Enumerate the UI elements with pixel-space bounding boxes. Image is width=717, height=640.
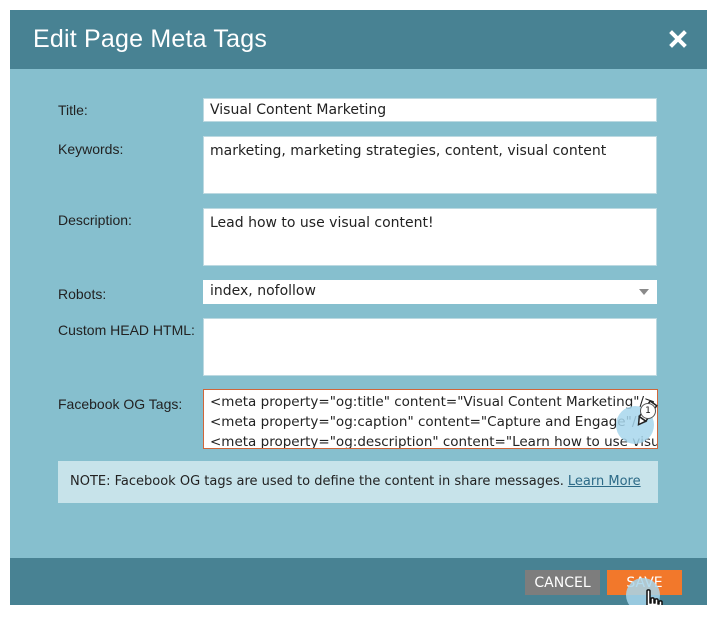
dialog-header: Edit Page Meta Tags bbox=[10, 10, 707, 69]
custom-head-html-textarea[interactable] bbox=[203, 318, 657, 376]
custom-head-html-label: Custom HEAD HTML: bbox=[58, 322, 195, 338]
note-box: NOTE: Facebook OG tags are used to defin… bbox=[58, 461, 658, 503]
robots-selected-value: index, nofollow bbox=[210, 283, 316, 299]
edit-page-meta-tags-dialog: Edit Page Meta Tags Title: Keywords: mar… bbox=[10, 10, 707, 605]
description-textarea[interactable]: Lead how to use visual content! bbox=[203, 208, 657, 266]
facebook-og-tags-textarea[interactable]: <meta property="og:title" content="Visua… bbox=[204, 390, 657, 448]
title-input[interactable] bbox=[203, 98, 657, 122]
close-icon bbox=[669, 30, 687, 48]
title-label: Title: bbox=[58, 102, 88, 118]
note-message: NOTE: Facebook OG tags are used to defin… bbox=[70, 474, 564, 489]
learn-more-link[interactable]: Learn More bbox=[568, 474, 641, 489]
step-1-badge: 1 bbox=[640, 403, 656, 419]
cancel-button[interactable]: CANCEL bbox=[525, 570, 600, 595]
dialog-footer: CANCEL SAVE bbox=[10, 558, 707, 605]
keywords-label: Keywords: bbox=[58, 141, 124, 157]
robots-select[interactable]: index, nofollow bbox=[203, 280, 657, 304]
hand-pointer-icon bbox=[646, 589, 663, 605]
description-label: Description: bbox=[58, 212, 132, 228]
keywords-textarea[interactable]: marketing, marketing strategies, content… bbox=[203, 136, 657, 194]
facebook-og-tags-field[interactable]: <meta property="og:title" content="Visua… bbox=[203, 389, 658, 449]
dialog-title: Edit Page Meta Tags bbox=[33, 25, 268, 53]
robots-label: Robots: bbox=[58, 286, 107, 302]
close-button[interactable] bbox=[665, 26, 691, 52]
note-text: NOTE: Facebook OG tags are used to defin… bbox=[70, 474, 641, 489]
facebook-og-tags-label: Facebook OG Tags: bbox=[58, 396, 183, 412]
chevron-down-icon bbox=[639, 289, 649, 295]
